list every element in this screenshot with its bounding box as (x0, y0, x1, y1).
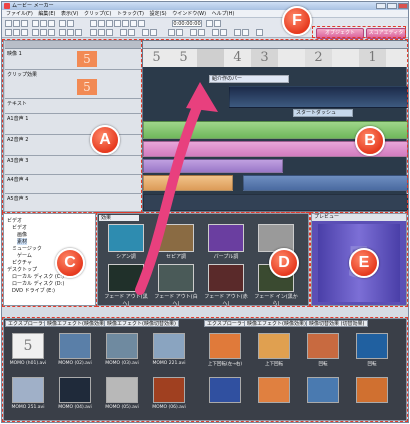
export-icon[interactable] (150, 29, 157, 36)
redo-icon[interactable] (67, 20, 74, 27)
image-icon[interactable] (220, 29, 227, 36)
copy-icon[interactable] (40, 20, 47, 27)
menu-edit[interactable]: 編集(E) (38, 10, 55, 18)
guide-icon[interactable] (198, 29, 205, 36)
menu-track[interactable]: トラック(T) (117, 10, 144, 18)
callout-b: B (355, 126, 385, 156)
forward-icon[interactable] (114, 20, 121, 27)
menu-help[interactable]: ヘルプ(H) (212, 10, 235, 18)
loop-icon[interactable] (122, 20, 129, 27)
zoom-out-icon[interactable] (98, 29, 105, 36)
mark-in-icon[interactable] (130, 20, 137, 27)
highlight-box-f (312, 26, 406, 38)
volume-icon[interactable] (120, 29, 127, 36)
menu-view[interactable]: 表示(V) (61, 10, 78, 18)
zoom-tool-icon[interactable] (21, 29, 28, 36)
minimize-button[interactable] (376, 3, 386, 9)
track-remove-icon[interactable] (176, 29, 183, 36)
trim-icon[interactable] (67, 29, 74, 36)
audio-icon[interactable] (234, 29, 241, 36)
callout-f: F (282, 6, 312, 36)
menu-file[interactable]: ファイル(F) (6, 10, 33, 18)
group-icon[interactable] (48, 29, 55, 36)
timecode-display: 0:00:00:00 (172, 20, 202, 27)
settings-icon[interactable] (256, 29, 263, 36)
open-icon[interactable] (13, 20, 20, 27)
menu-clip[interactable]: クリップ(C) (84, 10, 111, 18)
next-frame-icon[interactable] (214, 20, 221, 27)
menu-window[interactable]: ウインドウ(W) (172, 10, 206, 18)
stop-icon[interactable] (106, 20, 113, 27)
prev-frame-icon[interactable] (206, 20, 213, 27)
cut-icon[interactable] (32, 20, 39, 27)
save-icon[interactable] (21, 20, 28, 27)
callout-c: C (55, 248, 85, 278)
fit-icon[interactable] (106, 29, 113, 36)
window-title: ムービー メーカー (12, 3, 54, 9)
mark-out-icon[interactable] (138, 20, 145, 27)
callout-e: E (349, 248, 379, 278)
snap-icon[interactable] (32, 29, 39, 36)
undo-icon[interactable] (59, 20, 66, 27)
play-icon[interactable] (98, 20, 105, 27)
callout-d: D (269, 248, 299, 278)
zoom-in-icon[interactable] (90, 29, 97, 36)
track-add-icon[interactable] (168, 29, 175, 36)
paste-icon[interactable] (48, 20, 55, 27)
render-icon[interactable] (142, 29, 149, 36)
split-icon[interactable] (59, 29, 66, 36)
grid-icon[interactable] (190, 29, 197, 36)
app-icon (4, 3, 10, 9)
title-bar: ムービー メーカー (2, 2, 408, 10)
highlight-box-bottom (2, 317, 408, 422)
menu-bar: ファイル(F) 編集(E) 表示(V) クリップ(C) トラック(T) 設定(S… (2, 10, 408, 18)
callout-a: A (90, 125, 120, 155)
menu-settings[interactable]: 設定(S) (150, 10, 167, 18)
razor-tool-icon[interactable] (13, 29, 20, 36)
drag-arrow-icon (135, 82, 218, 295)
select-tool-icon[interactable] (5, 29, 12, 36)
ripple-icon[interactable] (40, 29, 47, 36)
maximize-button[interactable] (387, 3, 397, 9)
rewind-icon[interactable] (90, 20, 97, 27)
caption-icon[interactable] (212, 29, 219, 36)
record-icon[interactable] (242, 29, 249, 36)
close-button[interactable] (398, 3, 408, 9)
mute-icon[interactable] (128, 29, 135, 36)
new-icon[interactable] (5, 20, 12, 27)
marker-icon[interactable] (75, 29, 82, 36)
